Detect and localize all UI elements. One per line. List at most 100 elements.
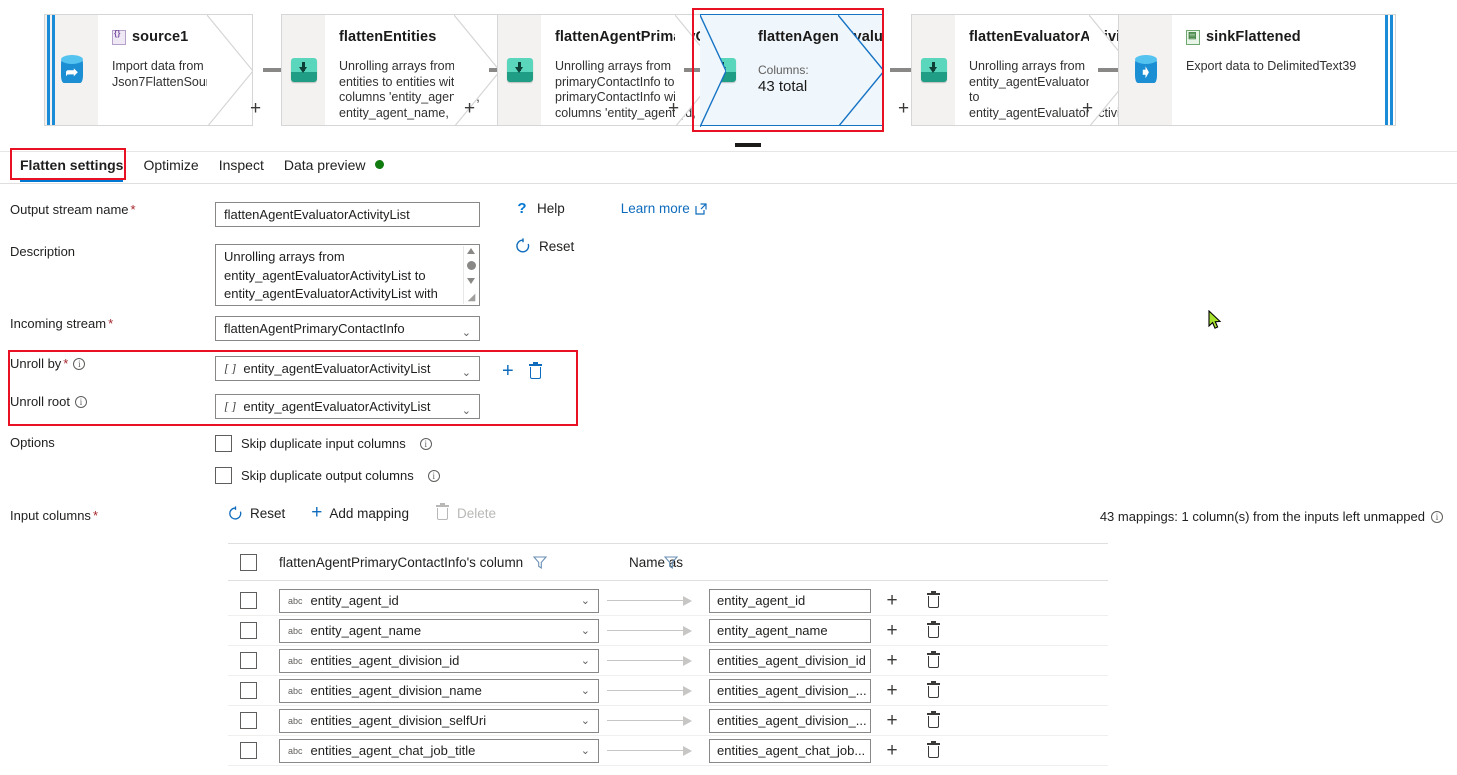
scroll-down-icon[interactable] xyxy=(467,278,475,284)
delete-row-button[interactable] xyxy=(913,620,953,639)
add-branch-2[interactable]: + xyxy=(464,98,475,120)
add-branch-4[interactable]: + xyxy=(898,98,909,120)
flattenAgentEvaluator-body[interactable]: flattenAgentEvaluatorA... Columns: 43 to… xyxy=(744,14,884,126)
source-column-dropdown[interactable]: abc entity_agent_id ⌄ xyxy=(279,588,599,613)
info-icon[interactable]: i xyxy=(419,437,432,450)
unroll-root-dropdown[interactable]: [ ] entity_agentEvaluatorActivityList ⌄ xyxy=(215,394,480,419)
add-mapping-label: Add mapping xyxy=(329,505,409,521)
add-row-button[interactable]: + xyxy=(871,710,913,732)
add-branch-5[interactable]: + xyxy=(1082,98,1093,120)
filter-icon-dest[interactable] xyxy=(664,556,678,569)
row-select-checkbox[interactable] xyxy=(240,652,257,669)
source-column-dropdown[interactable]: abc entities_agent_chat_job_title ⌄ xyxy=(279,738,599,763)
panel-splitter[interactable] xyxy=(0,140,1457,152)
dest-name-input[interactable]: entities_agent_division_... xyxy=(709,708,871,733)
mapping-row[interactable]: abc entities_agent_division_selfUri ⌄ entit… xyxy=(228,706,1108,736)
output-stream-name-input[interactable]: flattenAgentEvaluatorActivityList xyxy=(215,202,480,227)
dest-name-input[interactable]: entity_agent_name xyxy=(709,618,871,643)
dest-name-input[interactable]: entities_agent_division_id xyxy=(709,648,871,673)
info-icon[interactable]: i xyxy=(73,358,86,370)
incoming-stream-dropdown[interactable]: flattenAgentPrimaryContactInfo ⌄ xyxy=(215,316,480,341)
info-icon[interactable]: i xyxy=(427,469,440,482)
delete-row-button[interactable] xyxy=(913,650,953,669)
add-branch-1[interactable]: + xyxy=(250,98,261,120)
add-row-button[interactable]: + xyxy=(871,650,913,672)
delete-unroll-by-icon[interactable] xyxy=(528,361,543,380)
incoming-stream-value: flattenAgentPrimaryContactInfo xyxy=(224,321,405,336)
dataflow-node-sinkFlattened[interactable]: ➧ sinkFlattened Export data to Delimited… xyxy=(1118,14,1396,126)
unroll-root-value: entity_agentEvaluatorActivityList xyxy=(243,399,431,414)
dest-name-input[interactable]: entities_agent_division_... xyxy=(709,678,871,703)
info-icon[interactable]: i xyxy=(74,396,87,408)
add-branch-3[interactable]: + xyxy=(668,98,679,120)
reset-link[interactable]: Reset xyxy=(515,238,707,254)
source1-body[interactable]: source1 Import data from Json7FlattenSou… xyxy=(98,14,253,126)
scrollbar-thumb[interactable] xyxy=(467,261,476,270)
dest-name-input[interactable]: entities_agent_chat_job... xyxy=(709,738,871,763)
delete-row-button[interactable] xyxy=(913,710,953,729)
row-select-checkbox[interactable] xyxy=(240,622,257,639)
mapping-row[interactable]: abc entities_agent_division_id ⌄ entities_a… xyxy=(228,646,1108,676)
source-column-dropdown[interactable]: abc entity_agent_name ⌄ xyxy=(279,618,599,643)
row-select-checkbox[interactable] xyxy=(240,682,257,699)
settings-tabstrip[interactable]: Flatten settings Optimize Inspect Data p… xyxy=(0,152,1457,184)
required-marker: * xyxy=(130,202,136,217)
row-select-checkbox[interactable] xyxy=(240,742,257,759)
select-all-checkbox[interactable] xyxy=(240,553,257,571)
label-text: Incoming stream xyxy=(10,316,107,331)
dest-name-input[interactable]: entity_agent_id xyxy=(709,588,871,613)
row-select-checkbox[interactable] xyxy=(240,712,257,729)
string-type-icon: abc xyxy=(288,655,303,666)
sinkFlattened-body[interactable]: sinkFlattened Export data to DelimitedTe… xyxy=(1172,14,1396,126)
delete-row-button[interactable] xyxy=(913,590,953,609)
add-row-button[interactable]: + xyxy=(871,740,913,762)
tab-flatten-settings[interactable]: Flatten settings xyxy=(10,153,133,182)
add-mapping-button[interactable]: + Add mapping xyxy=(311,503,409,522)
chevron-down-icon: ⌄ xyxy=(580,744,590,757)
source-accent-bars xyxy=(45,15,57,125)
source-column-dropdown[interactable]: abc entities_agent_division_selfUri ⌄ xyxy=(279,708,599,733)
info-icon[interactable]: i xyxy=(1431,510,1443,523)
node-title-text: flattenAgentEvaluatorA... xyxy=(758,29,883,45)
row-select-checkbox[interactable] xyxy=(240,592,257,609)
input-columns-row: Input columns * xyxy=(0,508,215,523)
add-row-button[interactable]: + xyxy=(871,680,913,702)
mapping-row[interactable]: abc entities_agent_division_name ⌄ entities… xyxy=(228,676,1108,706)
sink-accent-bars xyxy=(1383,15,1395,125)
dataflow-node-flattenAgentEvaluatorActivityList[interactable]: flattenAgentEvaluatorA... Columns: 43 to… xyxy=(700,14,884,127)
delete-row-button[interactable] xyxy=(913,680,953,699)
skip-duplicate-output-columns-option[interactable]: Skip duplicate output columns i xyxy=(215,467,440,484)
description-textarea[interactable]: Unrolling arrays from entity_agentEvalua… xyxy=(215,244,480,306)
mapping-arrow-icon xyxy=(599,651,709,671)
resize-grip-icon[interactable]: ◢ xyxy=(465,291,478,304)
string-type-icon: abc xyxy=(288,625,303,636)
option-label: Skip duplicate input columns xyxy=(241,436,406,451)
unroll-by-dropdown[interactable]: [ ] entity_agentEvaluatorActivityList ⌄ xyxy=(215,356,480,381)
add-unroll-by-button[interactable]: + xyxy=(502,360,514,383)
skip-duplicate-input-columns-option[interactable]: Skip duplicate input columns i xyxy=(215,435,440,452)
learn-more-label: Learn more xyxy=(620,201,690,216)
learn-more-link[interactable]: Learn more xyxy=(621,201,707,216)
tab-inspect[interactable]: Inspect xyxy=(209,153,274,182)
source-column-dropdown[interactable]: abc entities_agent_division_id ⌄ xyxy=(279,648,599,673)
chevron-down-icon: ⌄ xyxy=(580,654,590,667)
dataflow-canvas[interactable]: ➦ source1 Import data from Json7FlattenS… xyxy=(0,0,1457,140)
tab-data-preview[interactable]: Data preview xyxy=(274,153,395,182)
array-bracket-icon: [ ] xyxy=(224,361,237,375)
reset-label: Reset xyxy=(539,238,575,254)
filter-icon-source[interactable] xyxy=(533,556,547,569)
delete-row-button[interactable] xyxy=(913,740,953,759)
tab-optimize[interactable]: Optimize xyxy=(133,153,208,182)
help-link[interactable]: ? Help Learn more xyxy=(515,200,707,217)
skip-duplicate-output-columns-checkbox[interactable] xyxy=(215,467,232,484)
add-row-button[interactable]: + xyxy=(871,620,913,642)
dataflow-node-source1[interactable]: ➦ source1 Import data from Json7FlattenS… xyxy=(44,14,253,126)
add-row-button[interactable]: + xyxy=(871,590,913,612)
mapping-reset-button[interactable]: Reset xyxy=(228,506,285,521)
skip-duplicate-input-columns-checkbox[interactable] xyxy=(215,435,232,452)
scroll-up-icon[interactable] xyxy=(467,248,475,254)
mapping-row[interactable]: abc entity_agent_name ⌄ entity_agent_name + xyxy=(228,616,1108,646)
mapping-row[interactable]: abc entities_agent_chat_job_title ⌄ entitie… xyxy=(228,736,1108,766)
source-column-dropdown[interactable]: abc entities_agent_division_name ⌄ xyxy=(279,678,599,703)
mapping-row[interactable]: abc entity_agent_id ⌄ entity_agent_id + xyxy=(228,586,1108,616)
